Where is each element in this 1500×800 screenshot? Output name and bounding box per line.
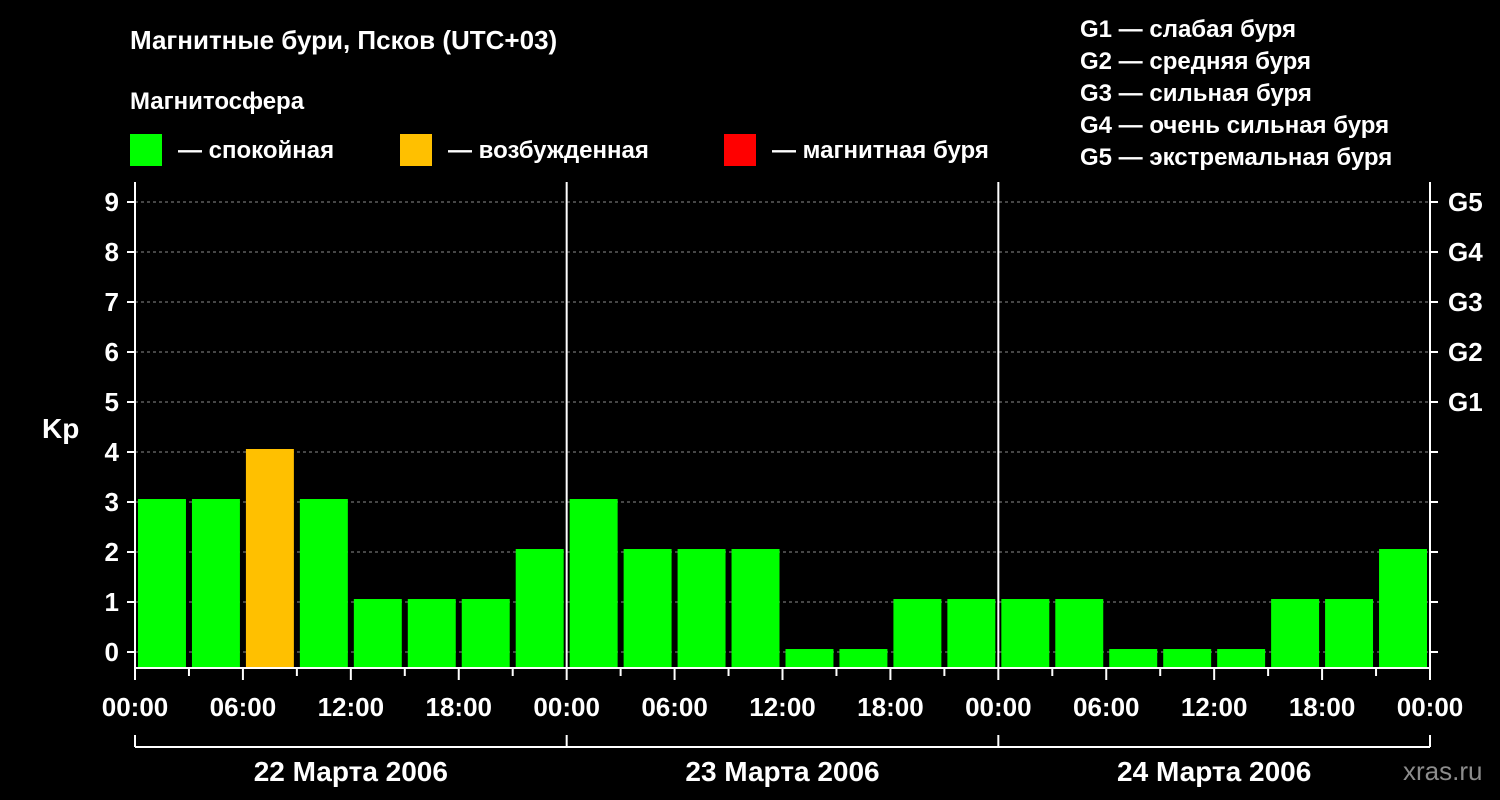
x-tick-label-3: 18:00 bbox=[426, 692, 493, 722]
kp-bar-5 bbox=[407, 599, 456, 668]
kp-bar-18 bbox=[1109, 649, 1158, 668]
kp-bar-16 bbox=[1001, 599, 1050, 668]
right-tick-label-G3: G3 bbox=[1448, 287, 1483, 317]
kp-bar-23 bbox=[1379, 549, 1427, 668]
kp-bar-9 bbox=[623, 549, 672, 668]
kp-bar-4 bbox=[353, 599, 402, 668]
y-tick-label-6: 6 bbox=[105, 337, 119, 367]
x-tick-label-7: 18:00 bbox=[857, 692, 924, 722]
axes: 0 1 2 3 4 5 6 7 8 9 G1 G2 G3 G4 G5 00:00 06:00 12:00 18:00… bbox=[102, 182, 1483, 787]
kp-bar-6 bbox=[461, 599, 510, 668]
kp-bar-8 bbox=[569, 499, 618, 668]
kp-bar-20 bbox=[1217, 649, 1266, 668]
x-tick-label-8: 00:00 bbox=[965, 692, 1032, 722]
y-tick-label-8: 8 bbox=[105, 237, 119, 267]
storm-level-g4: G4 — очень сильная буря bbox=[1080, 112, 1389, 139]
right-tick-label-G5: G5 bbox=[1448, 187, 1483, 217]
x-tick-label-12: 00:00 bbox=[1397, 692, 1464, 722]
x-tick-label-5: 06:00 bbox=[641, 692, 708, 722]
y-axis-label: Kp bbox=[42, 413, 79, 444]
x-tick-label-11: 18:00 bbox=[1289, 692, 1356, 722]
y-tick-label-1: 1 bbox=[105, 587, 119, 617]
storm-level-g3: G3 — сильная буря bbox=[1080, 80, 1312, 107]
kp-bar-15 bbox=[947, 599, 996, 668]
kp-bar-0 bbox=[138, 499, 186, 668]
y-tick-label-4: 4 bbox=[105, 437, 120, 467]
x-tick-label-1: 06:00 bbox=[210, 692, 277, 722]
legend-swatch-storm bbox=[724, 134, 756, 166]
kp-bar-17 bbox=[1055, 599, 1104, 668]
kp-bar-10 bbox=[677, 549, 726, 668]
kp-bar-1 bbox=[191, 499, 240, 668]
day-label-2: 24 Марта 2006 bbox=[1117, 756, 1311, 787]
storm-level-g2: G2 — средняя буря bbox=[1080, 48, 1311, 75]
kp-bar-3 bbox=[299, 499, 348, 668]
kp-bar-7 bbox=[515, 549, 564, 668]
kp-bar-14 bbox=[893, 599, 942, 668]
day-label-0: 22 Марта 2006 bbox=[254, 756, 448, 787]
magnetosphere-subtitle: Магнитосфера bbox=[130, 88, 305, 115]
legend-label-storm: — магнитная буря bbox=[772, 137, 989, 164]
y-tick-label-7: 7 bbox=[105, 287, 119, 317]
kp-bar-21 bbox=[1271, 599, 1320, 668]
legend-swatch-quiet bbox=[130, 134, 162, 166]
y-tick-label-0: 0 bbox=[105, 637, 119, 667]
x-tick-label-10: 12:00 bbox=[1181, 692, 1248, 722]
x-tick-label-2: 12:00 bbox=[318, 692, 385, 722]
storm-level-g5: G5 — экстремальная буря bbox=[1080, 144, 1392, 171]
right-tick-label-G4: G4 bbox=[1448, 237, 1483, 267]
day-label-1: 23 Марта 2006 bbox=[685, 756, 879, 787]
chart-title: Магнитные бури, Псков (UTC+03) bbox=[130, 25, 557, 55]
legend-label-quiet: — спокойная bbox=[178, 137, 334, 164]
status-legend: — спокойная — возбужденная — магнитная б… bbox=[130, 134, 989, 166]
kp-bar-12 bbox=[785, 649, 834, 668]
right-tick-label-G1: G1 bbox=[1448, 387, 1483, 417]
x-tick-label-6: 12:00 bbox=[749, 692, 816, 722]
kp-bar-2 bbox=[245, 449, 294, 668]
y-tick-label-3: 3 bbox=[105, 487, 119, 517]
storm-level-legend: G1 — слабая буря G2 — средняя буря G3 — … bbox=[1080, 16, 1392, 171]
storm-level-g1: G1 — слабая буря bbox=[1080, 16, 1296, 43]
legend-label-active: — возбужденная bbox=[448, 137, 649, 164]
y-tick-label-2: 2 bbox=[105, 537, 119, 567]
kp-bar-19 bbox=[1163, 649, 1212, 668]
x-tick-label-4: 00:00 bbox=[533, 692, 600, 722]
kp-bar-22 bbox=[1325, 599, 1374, 668]
right-tick-label-G2: G2 bbox=[1448, 337, 1483, 367]
y-tick-label-5: 5 bbox=[105, 387, 119, 417]
kp-bar-13 bbox=[839, 649, 888, 668]
bars bbox=[138, 449, 1427, 668]
legend-swatch-active bbox=[400, 134, 432, 166]
watermark: xras.ru bbox=[1403, 756, 1482, 786]
kp-chart: Магнитные бури, Псков (UTC+03) Магнитосф… bbox=[42, 16, 1483, 787]
y-tick-label-9: 9 bbox=[105, 187, 119, 217]
x-tick-label-0: 00:00 bbox=[102, 692, 169, 722]
kp-bar-11 bbox=[731, 549, 780, 668]
x-tick-label-9: 06:00 bbox=[1073, 692, 1140, 722]
